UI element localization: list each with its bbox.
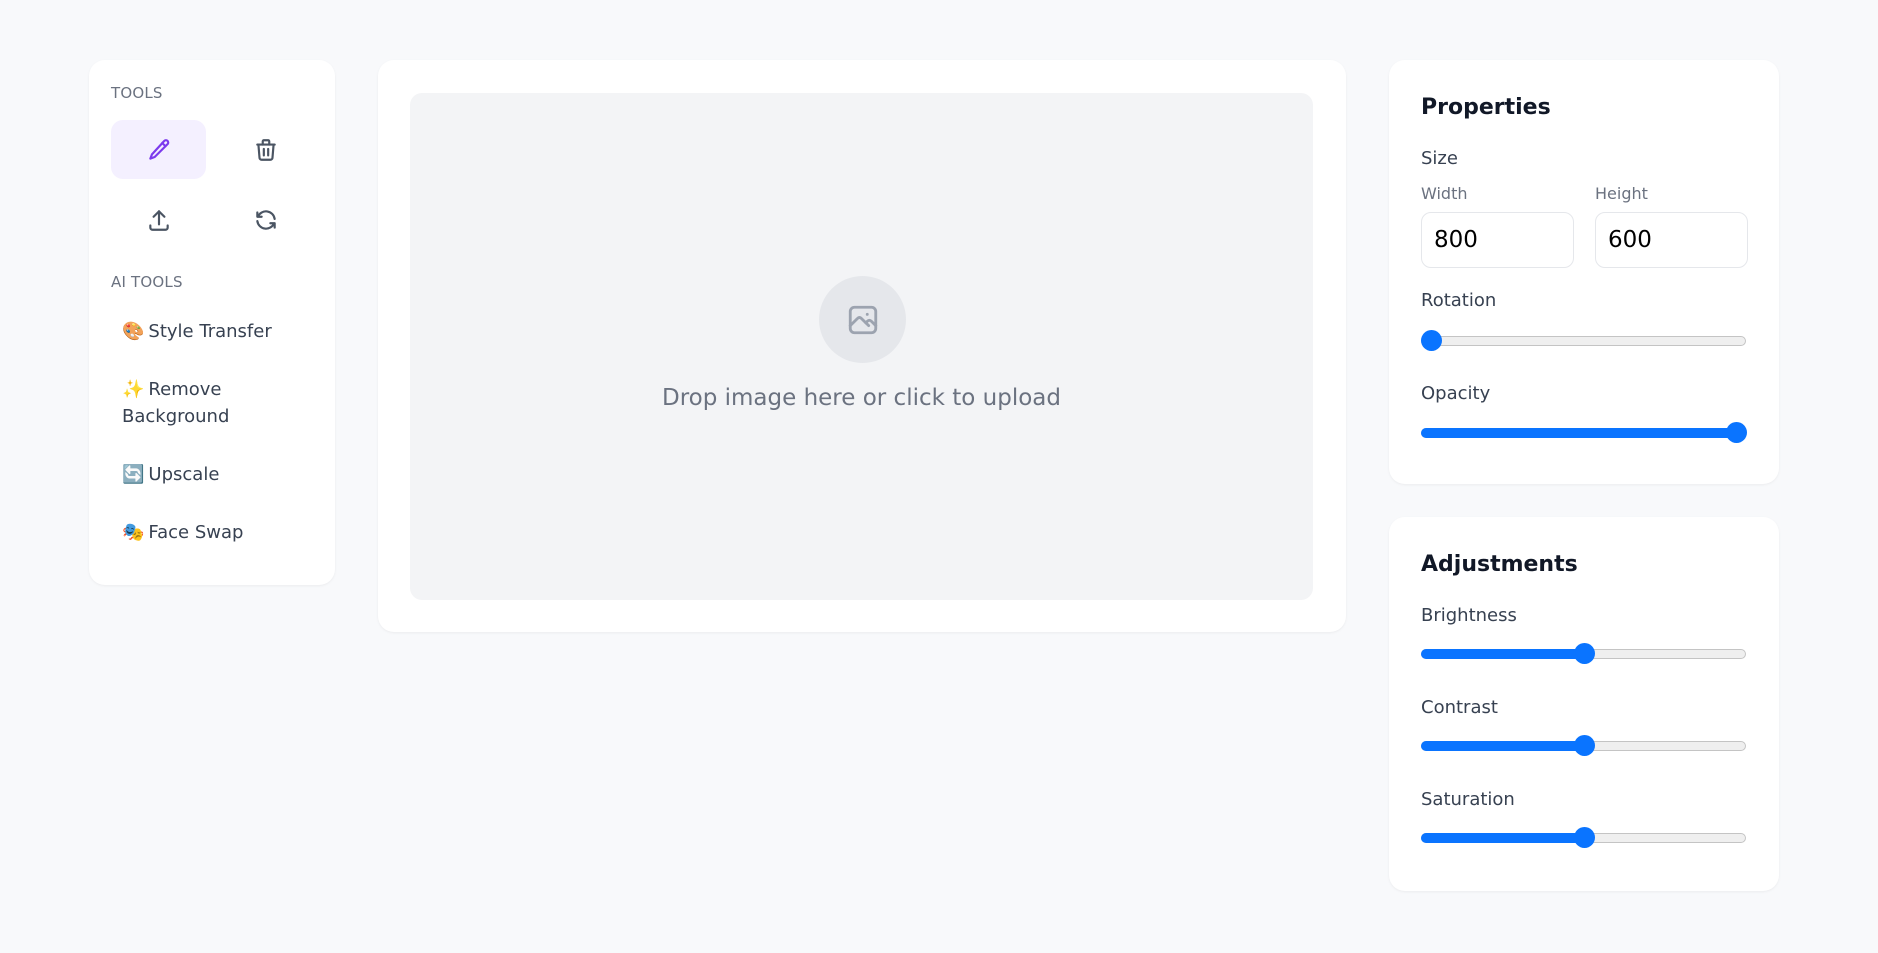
slider-thumb[interactable] bbox=[1421, 330, 1442, 351]
image-placeholder bbox=[819, 276, 906, 363]
slider-thumb[interactable] bbox=[1726, 422, 1747, 443]
tools-panel: TOOLS AI TOOLS 🎨 Style Transfer ✨ Remove… bbox=[89, 60, 335, 585]
adjustments-title: Adjustments bbox=[1421, 552, 1578, 577]
theater-masks-icon: 🎭 bbox=[122, 522, 145, 543]
slider-track bbox=[1421, 336, 1746, 346]
tool-grid bbox=[111, 120, 313, 249]
height-label: Height bbox=[1595, 184, 1648, 203]
slider-thumb[interactable] bbox=[1573, 827, 1595, 848]
slider-fill bbox=[1421, 649, 1584, 659]
ai-tool-label: Style Transfer bbox=[148, 321, 272, 342]
arrows-cycle-icon: 🔄 bbox=[122, 464, 145, 485]
ai-tool-upscale[interactable]: 🔄 Upscale bbox=[111, 455, 321, 494]
opacity-label: Opacity bbox=[1421, 383, 1491, 404]
slider-fill bbox=[1421, 741, 1584, 751]
upload-tool-button[interactable] bbox=[111, 190, 206, 249]
properties-title: Properties bbox=[1421, 95, 1551, 120]
width-label: Width bbox=[1421, 184, 1468, 203]
image-icon bbox=[848, 305, 877, 334]
slider-fill bbox=[1421, 428, 1736, 438]
slider-thumb[interactable] bbox=[1573, 735, 1595, 756]
contrast-label: Contrast bbox=[1421, 697, 1498, 718]
brightness-label: Brightness bbox=[1421, 605, 1517, 626]
ai-tool-remove-background[interactable]: ✨ Remove Background bbox=[111, 370, 321, 436]
saturation-label: Saturation bbox=[1421, 789, 1515, 810]
brightness-slider[interactable] bbox=[1421, 643, 1746, 665]
tools-heading: TOOLS bbox=[111, 84, 163, 102]
ai-tool-style-transfer[interactable]: 🎨 Style Transfer bbox=[111, 312, 321, 351]
pencil-icon bbox=[148, 138, 169, 160]
trash-icon bbox=[255, 138, 276, 161]
properties-panel: Properties Size Width Height Rotation Op… bbox=[1389, 60, 1779, 484]
delete-tool-button[interactable] bbox=[218, 120, 313, 179]
sparkles-icon: ✨ bbox=[122, 379, 145, 400]
rotation-label: Rotation bbox=[1421, 290, 1497, 311]
ai-tools-heading: AI TOOLS bbox=[111, 273, 183, 291]
ai-tool-face-swap[interactable]: 🎭 Face Swap bbox=[111, 513, 321, 552]
drop-instruction: Drop image here or click to upload bbox=[661, 385, 1061, 411]
ai-tool-label: Face Swap bbox=[148, 522, 244, 543]
canvas-panel: Drop image here or click to upload bbox=[378, 60, 1346, 632]
saturation-slider[interactable] bbox=[1421, 827, 1746, 849]
contrast-slider[interactable] bbox=[1421, 735, 1746, 757]
slider-fill bbox=[1421, 833, 1584, 843]
adjustments-panel: Adjustments Brightness Contrast Saturati… bbox=[1389, 517, 1779, 891]
edit-tool-button[interactable] bbox=[111, 120, 206, 179]
slider-thumb[interactable] bbox=[1573, 643, 1595, 664]
width-input[interactable] bbox=[1421, 212, 1574, 268]
refresh-icon bbox=[255, 209, 276, 230]
rotation-slider[interactable] bbox=[1421, 330, 1746, 352]
ai-tool-label: Upscale bbox=[148, 464, 220, 485]
image-drop-zone[interactable]: Drop image here or click to upload bbox=[410, 93, 1313, 600]
opacity-slider[interactable] bbox=[1421, 422, 1747, 444]
palette-icon: 🎨 bbox=[122, 321, 145, 342]
height-input[interactable] bbox=[1595, 212, 1748, 268]
upload-icon bbox=[148, 209, 169, 231]
ai-tools-list: 🎨 Style Transfer ✨ Remove Background 🔄 Upsc… bbox=[111, 312, 321, 571]
reset-tool-button[interactable] bbox=[218, 190, 313, 249]
size-label: Size bbox=[1421, 148, 1458, 169]
